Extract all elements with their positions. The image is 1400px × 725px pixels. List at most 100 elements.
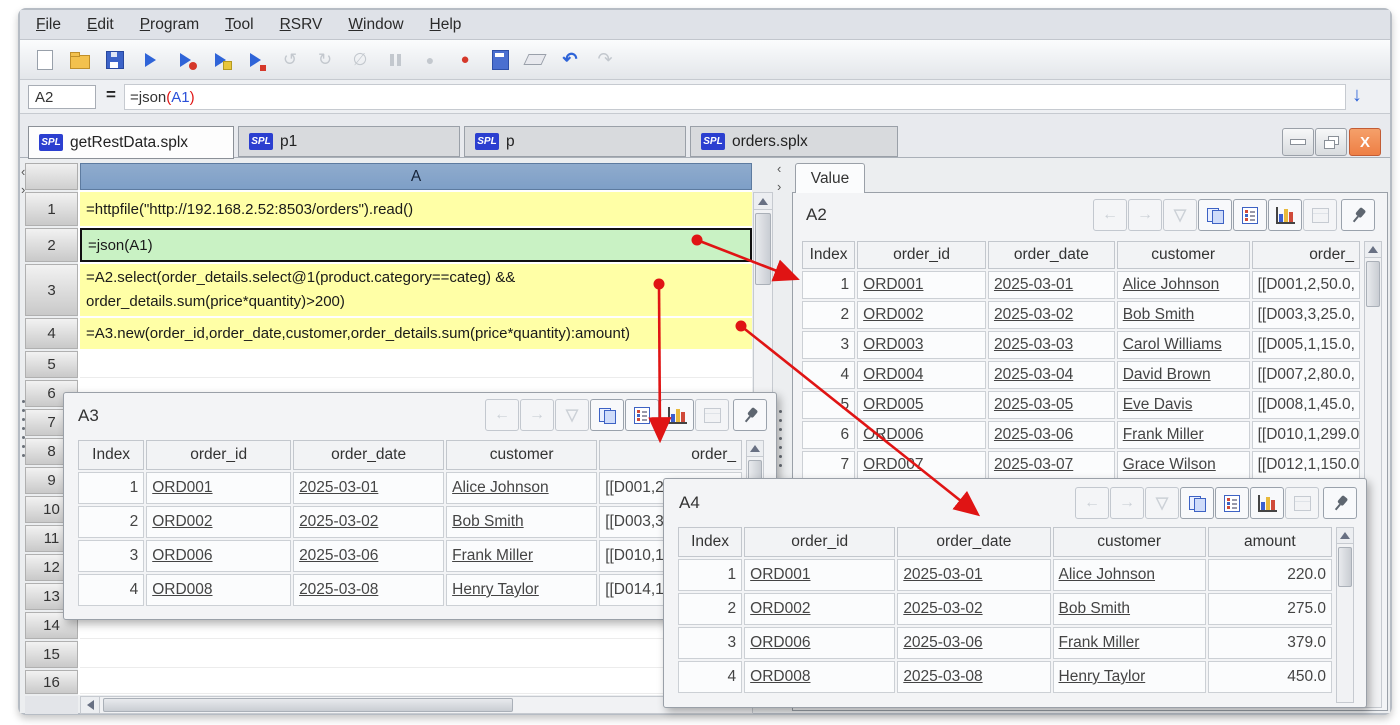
cell-a4[interactable]: =A3.new(order_id,order_date,customer,ord… — [80, 318, 752, 349]
value-scroll-thumb[interactable] — [1366, 261, 1380, 307]
index-cell[interactable]: 3 — [678, 627, 742, 659]
panel-splitter-handle[interactable] — [779, 410, 782, 467]
expand-panel-icon[interactable]: › — [777, 181, 781, 193]
order-date-cell[interactable]: 2025-03-06 — [988, 421, 1115, 449]
debug-run-icon[interactable] — [172, 47, 198, 73]
close-button[interactable]: X — [1349, 128, 1381, 156]
calculator-icon[interactable] — [487, 47, 513, 73]
order-date-cell[interactable]: 2025-03-04 — [988, 361, 1115, 389]
expand-formula-icon[interactable]: ↓ — [1352, 84, 1362, 107]
cell-a16[interactable] — [80, 670, 752, 694]
order-date-cell[interactable]: 2025-03-02 — [897, 593, 1050, 625]
order-id-cell[interactable]: ORD006 — [857, 421, 986, 449]
order-details-cell[interactable]: [[D007,2,80.0, ...] — [1252, 361, 1360, 389]
value-record-view-icon[interactable] — [1233, 199, 1267, 231]
customer-cell[interactable]: Bob Smith — [1053, 593, 1206, 625]
minimize-button[interactable] — [1282, 128, 1314, 156]
index-cell[interactable]: 4 — [802, 361, 855, 389]
order-date-cell[interactable]: 2025-03-08 — [293, 574, 444, 606]
run-to-cursor-icon[interactable] — [242, 47, 268, 73]
new-file-icon[interactable] — [32, 47, 58, 73]
menu-window[interactable]: Window — [348, 16, 403, 34]
grid-vscroll-thumb[interactable] — [755, 213, 771, 285]
tab-p[interactable]: SPL p — [464, 126, 686, 157]
restore-button[interactable] — [1315, 128, 1347, 156]
a4-scroll-thumb[interactable] — [1338, 547, 1352, 587]
amount-cell[interactable]: 220.0 — [1208, 559, 1332, 591]
customer-cell[interactable]: Grace Wilson — [1117, 451, 1250, 479]
amount-cell[interactable]: 379.0 — [1208, 627, 1332, 659]
order-id-cell[interactable]: ORD006 — [146, 540, 291, 572]
formula-input[interactable]: =json(A1) — [124, 84, 1346, 110]
order-details-cell[interactable]: [[D001,2,50.0, ...] — [1252, 271, 1360, 299]
amount-cell[interactable]: 450.0 — [1208, 661, 1332, 693]
grid-hscroll-thumb[interactable] — [103, 698, 513, 712]
index-cell[interactable]: 2 — [678, 593, 742, 625]
order-id-cell[interactable]: ORD005 — [857, 391, 986, 419]
a4-pin-icon[interactable] — [1323, 487, 1357, 519]
row-header-3[interactable]: 3 — [25, 264, 78, 316]
index-cell[interactable]: 6 — [802, 421, 855, 449]
step-in-icon[interactable] — [207, 47, 233, 73]
customer-cell[interactable]: Alice Johnson — [446, 472, 597, 504]
order-date-cell[interactable]: 2025-03-02 — [988, 301, 1115, 329]
menu-edit[interactable]: Edit — [87, 16, 114, 34]
value-scroll-up-icon[interactable] — [1364, 241, 1382, 258]
cell-a5[interactable] — [80, 351, 752, 378]
order-id-cell[interactable]: ORD006 — [744, 627, 895, 659]
value-copy-icon[interactable] — [1198, 199, 1232, 231]
customer-cell[interactable]: Alice Johnson — [1117, 271, 1250, 299]
index-cell[interactable]: 7 — [802, 451, 855, 479]
tab-getrestdata[interactable]: SPL getRestData.splx — [28, 126, 234, 159]
order-date-cell[interactable]: 2025-03-08 — [897, 661, 1050, 693]
order-date-cell[interactable]: 2025-03-01 — [897, 559, 1050, 591]
order-id-cell[interactable]: ORD004 — [857, 361, 986, 389]
customer-cell[interactable]: Frank Miller — [1117, 421, 1250, 449]
save-icon[interactable] — [102, 47, 128, 73]
customer-cell[interactable]: Alice Johnson — [1053, 559, 1206, 591]
row-header-2[interactable]: 2 — [25, 228, 78, 262]
undo-icon[interactable]: ↶ — [557, 47, 583, 73]
break-icon[interactable]: ● — [452, 47, 478, 73]
value-chart-icon[interactable] — [1268, 199, 1302, 231]
row-header-1[interactable]: 1 — [25, 192, 78, 226]
tab-value[interactable]: Value — [795, 163, 865, 193]
order-date-cell[interactable]: 2025-03-01 — [293, 472, 444, 504]
cell-a3[interactable]: =A2.select(order_details.select@1(produc… — [80, 264, 752, 316]
row-header-16[interactable]: 16 — [25, 670, 78, 694]
order-id-cell[interactable]: ORD002 — [744, 593, 895, 625]
a3-pin-icon[interactable] — [733, 399, 767, 431]
collapse-panel-icon[interactable]: ‹ — [777, 163, 781, 175]
order-id-cell[interactable]: ORD002 — [146, 506, 291, 538]
index-cell[interactable]: 4 — [78, 574, 144, 606]
cell-reference-box[interactable]: A2 — [28, 85, 96, 109]
customer-cell[interactable]: Bob Smith — [1117, 301, 1250, 329]
customer-cell[interactable]: Frank Miller — [1053, 627, 1206, 659]
menu-program[interactable]: Program — [140, 16, 199, 34]
order-id-cell[interactable]: ORD003 — [857, 331, 986, 359]
index-cell[interactable]: 1 — [678, 559, 742, 591]
column-header-a[interactable]: A — [80, 163, 752, 190]
customer-cell[interactable]: Carol Williams — [1117, 331, 1250, 359]
customer-cell[interactable]: Henry Taylor — [1053, 661, 1206, 693]
menu-help[interactable]: Help — [430, 16, 462, 34]
row-header-15[interactable]: 15 — [25, 641, 78, 668]
amount-cell[interactable]: 275.0 — [1208, 593, 1332, 625]
value-pin-icon[interactable] — [1341, 199, 1375, 231]
order-date-cell[interactable]: 2025-03-06 — [293, 540, 444, 572]
tab-p1[interactable]: SPL p1 — [238, 126, 460, 157]
customer-cell[interactable]: Henry Taylor — [446, 574, 597, 606]
a4-record-view-icon[interactable] — [1215, 487, 1249, 519]
index-cell[interactable]: 3 — [802, 331, 855, 359]
a3-copy-icon[interactable] — [590, 399, 624, 431]
order-details-cell[interactable]: [[D012,1,150.0, .. — [1252, 451, 1360, 479]
a4-copy-icon[interactable] — [1180, 487, 1214, 519]
index-cell[interactable]: 2 — [78, 506, 144, 538]
order-details-cell[interactable]: [[D003,3,25.0, ...] — [1252, 301, 1360, 329]
grid-scroll-up-icon[interactable] — [753, 192, 773, 210]
order-details-cell[interactable]: [[D005,1,15.0, ...] — [1252, 331, 1360, 359]
row-header-5[interactable]: 5 — [25, 351, 78, 378]
a4-chart-icon[interactable] — [1250, 487, 1284, 519]
customer-cell[interactable]: David Brown — [1117, 361, 1250, 389]
index-cell[interactable]: 4 — [678, 661, 742, 693]
